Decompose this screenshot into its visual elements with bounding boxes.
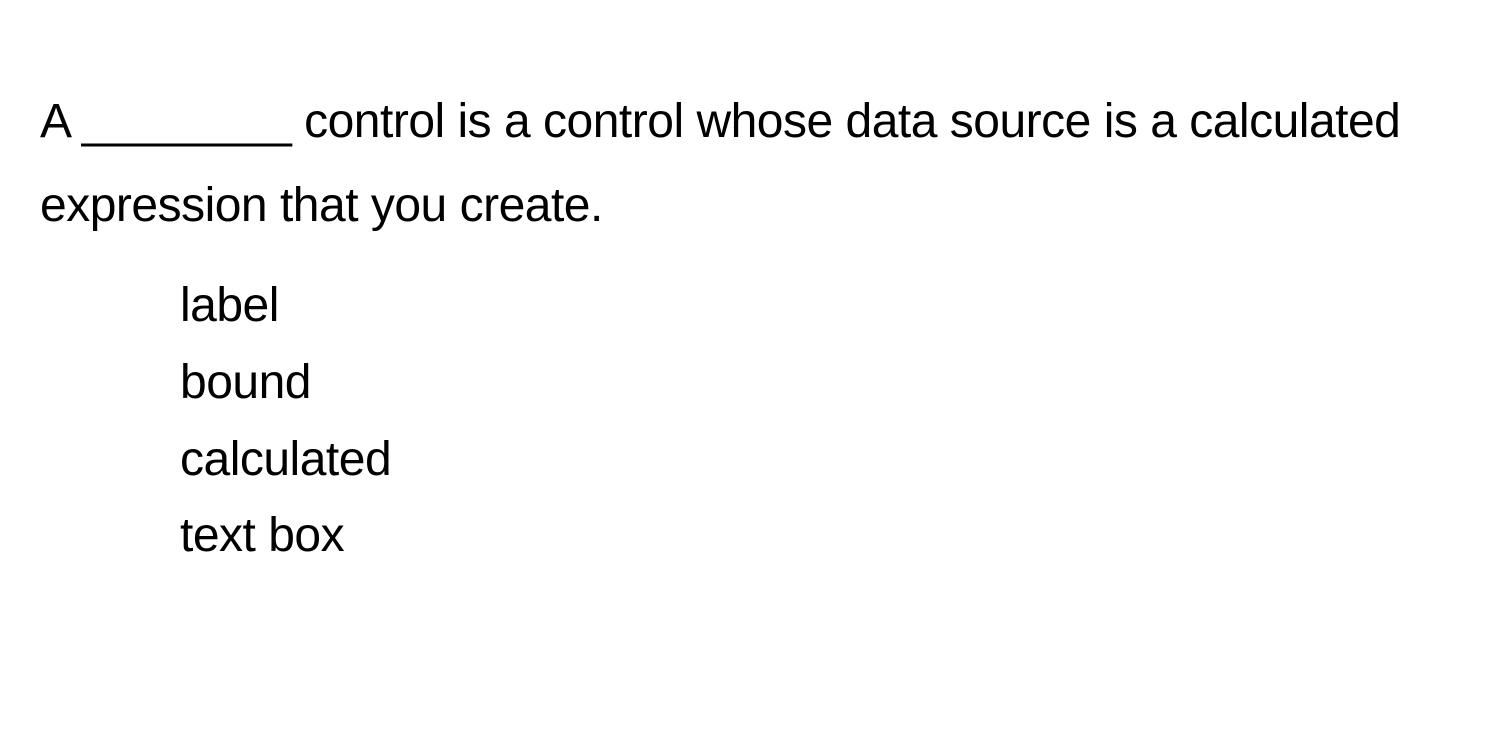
question-text: A ________ control is a control whose da… [40,80,1460,248]
option-a[interactable]: label [180,268,1460,345]
option-b[interactable]: bound [180,345,1460,422]
answer-options: label bound calculated text box [40,268,1460,575]
option-d[interactable]: text box [180,498,1460,575]
option-c[interactable]: calculated [180,422,1460,499]
